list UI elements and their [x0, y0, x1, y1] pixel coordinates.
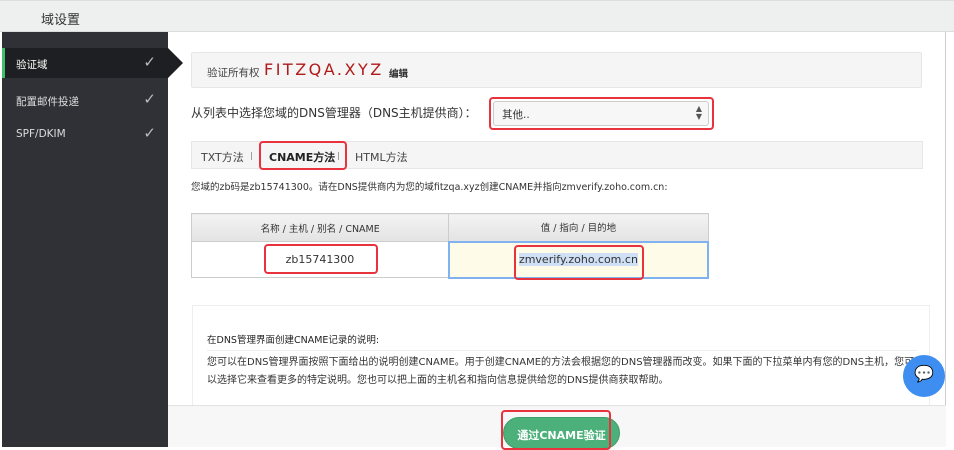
sidebar-item-label: SPF/DKIM [16, 128, 66, 140]
chat-icon[interactable]: 💬 [903, 355, 945, 397]
domain-name: FITZQA.XYZ [264, 60, 384, 79]
edit-link[interactable]: 编辑 [389, 66, 408, 80]
tab-separator: | [250, 151, 253, 160]
check-icon: ✓ [143, 53, 156, 71]
dns-question: 从列表中选择您域的DNS管理器（DNS主机提供商）： [191, 106, 477, 120]
sidebar-item-verify-domain[interactable]: 验证域 ✓ [2, 48, 168, 78]
instructions-text: 您可以在DNS管理界面按照下面给出的说明创建CNAME。用于创建CNAME的方法… [207, 357, 915, 386]
column-header-name: 名称 / 主机 / 别名 / CNAME [190, 213, 450, 242]
check-icon: ✓ [143, 90, 156, 108]
column-header-value: 值 / 指向 / 目的地 [448, 213, 709, 242]
highlight-box [501, 410, 611, 450]
sidebar: 验证域 ✓ 配置邮件投递 ✓ SPF/DKIM ✓ [2, 32, 168, 447]
sidebar-item-mail-delivery[interactable]: 配置邮件投递 ✓ [2, 85, 168, 115]
highlight-box [514, 245, 644, 280]
sidebar-item-label: 验证域 [16, 59, 48, 71]
check-icon: ✓ [143, 124, 156, 142]
highlight-box [489, 97, 714, 130]
sidebar-item-spf-dkim[interactable]: SPF/DKIM ✓ [2, 119, 168, 149]
instructions-title: 在DNS管理界面创建CNAME记录的说明: [207, 332, 917, 351]
highlight-box [259, 141, 347, 170]
page-header: 域设置 [0, 0, 954, 32]
ownership-bar: 验证所有权 FITZQA.XYZ 编辑 [191, 52, 922, 88]
page-title: 域设置 [41, 13, 81, 28]
zb-code-info: 您域的zb码是zb15741300。请在DNS提供商内为您的域fitzqa.xy… [191, 182, 668, 193]
tab-html[interactable]: HTML方法 [355, 149, 408, 165]
highlight-box [264, 244, 378, 274]
tab-txt[interactable]: TXT方法 [201, 149, 244, 165]
ownership-label: 验证所有权 [207, 67, 260, 79]
sidebar-item-label: 配置邮件投递 [16, 96, 79, 108]
instructions-panel: 在DNS管理界面创建CNAME记录的说明: 您可以在DNS管理界面按照下面给出的… [192, 305, 930, 405]
